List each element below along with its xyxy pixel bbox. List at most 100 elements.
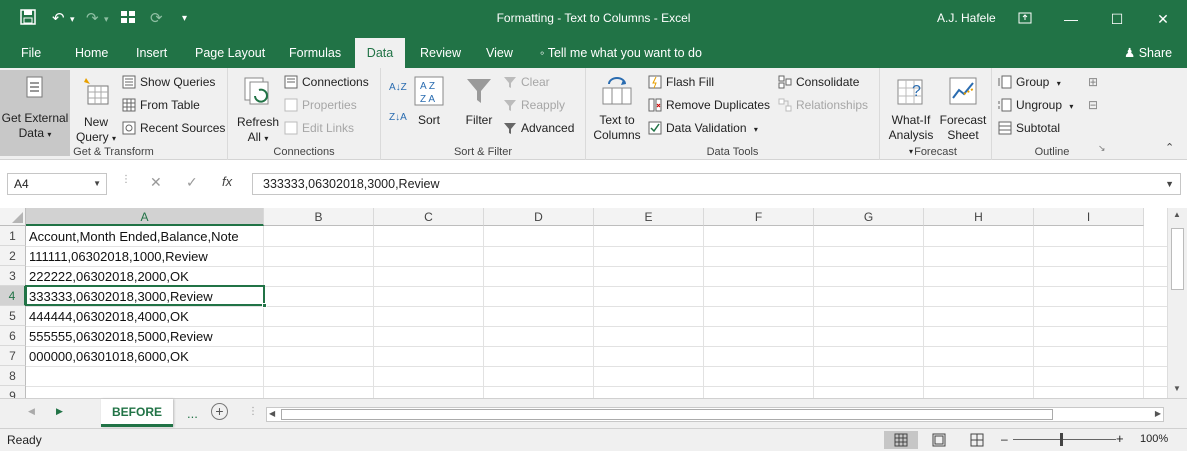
new-query-button[interactable]: New Query ▾ — [74, 76, 118, 146]
cell-a3[interactable]: 222222,06302018,2000,OK — [29, 267, 189, 287]
cell-a1[interactable]: Account,Month Ended,Balance,Note — [29, 227, 239, 247]
redo-dropdown-icon[interactable]: ▾ — [104, 9, 109, 29]
column-header-i[interactable]: I — [1034, 208, 1144, 226]
cell-a7[interactable]: 000000,06301018,6000,OK — [29, 347, 189, 367]
tab-page-layout[interactable]: Page Layout — [187, 38, 273, 68]
hide-detail-icon[interactable]: ⊟ — [1088, 95, 1098, 115]
recent-sources-button[interactable]: Recent Sources — [122, 118, 225, 138]
column-header-g[interactable]: G — [814, 208, 924, 226]
normal-view-button[interactable] — [884, 431, 918, 449]
tab-file[interactable]: File — [13, 38, 49, 68]
fill-handle[interactable] — [262, 303, 267, 308]
zoom-out-icon[interactable]: – — [1001, 432, 1008, 446]
tab-review[interactable]: Review — [412, 38, 469, 68]
tab-formulas[interactable]: Formulas — [281, 38, 349, 68]
collapse-ribbon-icon[interactable]: ⌃ — [1165, 138, 1174, 158]
formula-input[interactable]: 333333,06302018,3000,Review ▼ — [252, 173, 1181, 195]
scroll-up-icon[interactable]: ▲ — [1173, 210, 1181, 219]
data-validation-button[interactable]: Data Validation ▾ — [648, 118, 758, 138]
remove-duplicates-button[interactable]: Remove Duplicates — [648, 95, 770, 115]
active-cell-border[interactable] — [25, 285, 267, 308]
maximize-icon[interactable]: ☐ — [1094, 6, 1140, 32]
advanced-button[interactable]: Advanced — [503, 118, 574, 138]
cell-a6[interactable]: 555555,06302018,5000,Review — [29, 327, 213, 347]
subtotal-button[interactable]: Subtotal — [998, 118, 1060, 138]
share-button[interactable]: ♟ Share — [1124, 38, 1172, 68]
show-queries-button[interactable]: Show Queries — [122, 72, 215, 92]
customize-toolbar-icon[interactable]: ▾ — [182, 9, 187, 29]
row-header-5[interactable]: 5 — [0, 306, 26, 326]
zoom-level[interactable]: 100% — [1140, 433, 1168, 445]
name-box[interactable]: A4 ▼ — [7, 173, 107, 195]
close-icon[interactable]: ✕ — [1140, 6, 1186, 32]
refresh-all-button[interactable]: Refresh All ▾ — [236, 76, 280, 146]
row-header-8[interactable]: 8 — [0, 366, 26, 386]
vertical-scroll-thumb[interactable] — [1171, 228, 1184, 290]
column-header-h[interactable]: H — [924, 208, 1034, 226]
zoom-in-icon[interactable]: + — [1116, 431, 1124, 446]
save-icon[interactable] — [20, 9, 36, 31]
row-header-9[interactable]: 9 — [0, 386, 26, 398]
user-name[interactable]: A.J. Hafele — [937, 11, 996, 25]
cancel-icon[interactable]: ✕ — [150, 174, 162, 191]
row-header-2[interactable]: 2 — [0, 246, 26, 266]
chevron-down-icon[interactable]: ▼ — [93, 174, 101, 194]
tab-view[interactable]: View — [478, 38, 521, 68]
page-layout-view-button[interactable] — [922, 431, 956, 449]
undo-icon[interactable]: ↶ — [52, 9, 65, 29]
minimize-icon[interactable]: — — [1048, 6, 1094, 32]
row-header-3[interactable]: 3 — [0, 266, 26, 286]
from-table-button[interactable]: From Table — [122, 95, 200, 115]
sort-a-z-icon[interactable]: A↓Z — [389, 78, 407, 98]
horizontal-scrollbar[interactable]: ◀ ▶ — [266, 407, 1164, 422]
tell-me-search[interactable]: ◦ Tell me what you want to do — [532, 38, 710, 68]
relationships-button[interactable]: Relationships — [778, 95, 868, 115]
page-break-view-button[interactable] — [960, 431, 994, 449]
worksheet-grid[interactable]: A B C D E F G H I 1 2 3 4 5 6 7 8 9 Acco… — [0, 208, 1167, 398]
enter-check-icon[interactable]: ✓ — [186, 174, 198, 191]
undo-dropdown-icon[interactable]: ▾ — [70, 9, 75, 29]
redo-icon[interactable]: ↷ — [86, 9, 99, 29]
zoom-slider-knob[interactable] — [1060, 433, 1063, 446]
tab-insert[interactable]: Insert — [128, 38, 175, 68]
form-icon[interactable] — [120, 9, 136, 31]
tab-data[interactable]: Data — [355, 38, 405, 69]
outline-dialog-launcher-icon[interactable]: ↘ — [1098, 138, 1106, 158]
new-sheet-plus-icon[interactable]: + — [211, 403, 228, 420]
select-all-corner[interactable] — [0, 208, 26, 226]
reapply-button[interactable]: Reapply — [503, 95, 565, 115]
show-detail-icon[interactable]: ⊞ — [1088, 72, 1098, 92]
cell-a2[interactable]: 111111,06302018,1000,Review — [29, 247, 208, 267]
tab-home[interactable]: Home — [67, 38, 116, 68]
sheet-tab-before[interactable]: BEFORE — [101, 399, 173, 427]
get-external-data-button[interactable]: Get External Data ▾ — [0, 70, 70, 156]
ungroup-button[interactable]: Ungroup ▾ — [998, 95, 1073, 115]
cell-a5[interactable]: 444444,06302018,4000,OK — [29, 307, 189, 327]
properties-button[interactable]: Properties — [284, 95, 357, 115]
clear-button[interactable]: Clear — [503, 72, 550, 92]
column-header-d[interactable]: D — [484, 208, 594, 226]
scroll-right-icon[interactable]: ▶ — [1155, 409, 1161, 418]
refresh-icon[interactable]: ⟳ — [150, 9, 163, 29]
column-header-c[interactable]: C — [374, 208, 484, 226]
scroll-down-icon[interactable]: ▼ — [1173, 384, 1181, 393]
edit-links-button[interactable]: Edit Links — [284, 118, 354, 138]
column-header-e[interactable]: E — [594, 208, 704, 226]
text-to-columns-button[interactable]: Text to Columns — [592, 76, 642, 143]
column-header-b[interactable]: B — [264, 208, 374, 226]
expand-formula-bar-icon[interactable]: ▼ — [1165, 174, 1174, 194]
row-header-4[interactable]: 4 — [0, 286, 26, 306]
filter-button[interactable]: Filter — [461, 76, 497, 128]
vertical-scrollbar[interactable]: ▲ ▼ — [1167, 208, 1187, 398]
column-header-f[interactable]: F — [704, 208, 814, 226]
ribbon-display-icon[interactable] — [1002, 6, 1048, 32]
forecast-sheet-button[interactable]: Forecast Sheet — [938, 76, 988, 143]
horizontal-scroll-thumb[interactable] — [281, 409, 1053, 420]
sort-z-a-icon[interactable]: Z↓A — [389, 108, 407, 128]
column-header-a[interactable]: A — [26, 208, 264, 226]
tab-split-grip-icon[interactable]: ⋮ — [248, 406, 258, 417]
insert-function-icon[interactable]: fx — [222, 174, 232, 189]
row-header-6[interactable]: 6 — [0, 326, 26, 346]
flash-fill-button[interactable]: Flash Fill — [648, 72, 714, 92]
more-sheets-button[interactable]: ... — [187, 406, 198, 421]
